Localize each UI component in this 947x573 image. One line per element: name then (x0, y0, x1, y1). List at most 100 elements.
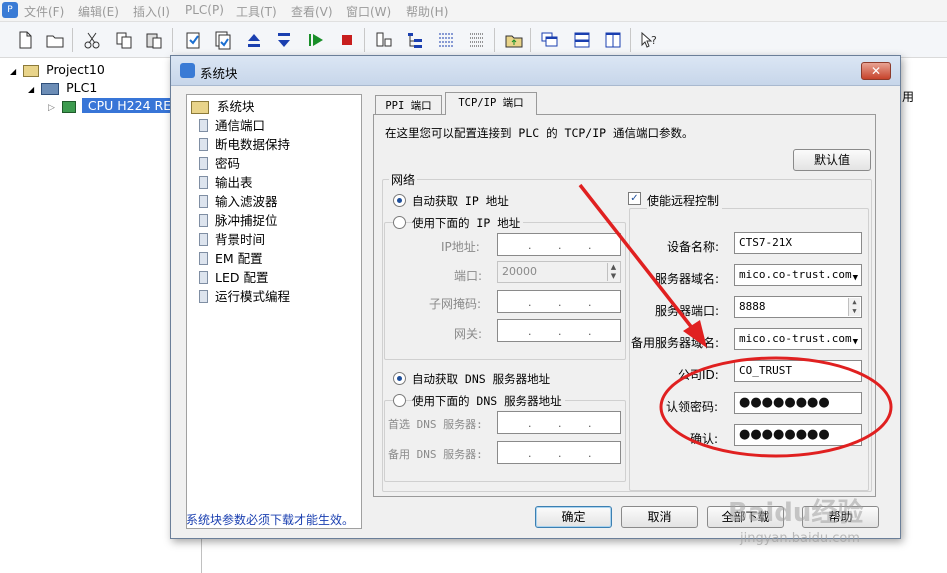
tab-label: PPI 端口 (385, 100, 432, 112)
ok-button[interactable]: 确定 (535, 506, 612, 528)
primary-dns-label: 首选 DNS 服务器: (388, 418, 483, 431)
upload-icon[interactable] (244, 30, 264, 50)
config-item-led-config[interactable]: LED 配置 (199, 268, 268, 287)
server-port-label: 服务器端口: (655, 304, 720, 318)
manual-ip-radio[interactable] (393, 216, 406, 229)
auto-ip-radio[interactable] (393, 194, 406, 207)
company-id-input[interactable]: CO_TRUST (734, 360, 862, 382)
compile-icon[interactable] (183, 30, 203, 50)
config-item-em-config[interactable]: EM 配置 (199, 249, 263, 268)
dropdown-arrow-icon[interactable]: ▼ (853, 268, 858, 285)
download-icon[interactable] (274, 30, 294, 50)
network-group-label: 网络 (389, 171, 418, 188)
server-port-input[interactable]: 8888 ▲ ▼ (734, 296, 862, 318)
backup-dns-input[interactable]: ... (497, 441, 621, 464)
menu-window[interactable]: 窗口(W) (346, 3, 391, 20)
app-logo-icon: P (2, 2, 18, 18)
ip-address-input[interactable]: ... (497, 233, 621, 256)
menu-tools[interactable]: 工具(T) (236, 3, 277, 20)
list-view-icon[interactable] (436, 30, 456, 50)
tab-tcpip-port[interactable]: TCP/IP 端口 (445, 92, 537, 115)
spin-arrows-icon[interactable]: ▲ ▼ (607, 263, 619, 281)
enable-remote-checkbox[interactable]: ✓ (628, 192, 641, 205)
toolbar-separator (364, 28, 365, 52)
table-view-icon[interactable] (467, 30, 487, 50)
page-icon (199, 176, 208, 189)
page-icon (199, 157, 208, 170)
toolbar-separator (172, 28, 173, 52)
config-root[interactable]: 系统块 (191, 97, 255, 116)
cancel-button[interactable]: 取消 (621, 506, 698, 528)
confirm-password-input[interactable]: ●●●●●●●● (734, 424, 862, 446)
subnet-mask-input[interactable]: ... (497, 290, 621, 313)
manual-dns-radio[interactable] (393, 394, 406, 407)
tree-item-cpu[interactable]: ▷ CPU H224 RE (48, 97, 178, 115)
port-input[interactable]: 20000 ▲ ▼ (497, 261, 621, 283)
tree-label-plc: PLC1 (66, 80, 98, 95)
compile-all-icon[interactable] (213, 30, 233, 50)
dialog-titlebar[interactable]: 系统块 ✕ (171, 56, 900, 86)
config-item-run-mode[interactable]: 运行模式编程 (199, 287, 291, 306)
primary-dns-input[interactable]: ... (497, 411, 621, 434)
config-item-label: 运行模式编程 (215, 289, 291, 304)
tree-item-plc[interactable]: ◢ PLC1 (28, 79, 97, 97)
config-item-label: 密码 (215, 156, 241, 171)
menu-plc[interactable]: PLC(P) (185, 3, 224, 17)
watermark-url: jingyan.baidu.com (740, 531, 860, 546)
copy-icon[interactable] (114, 30, 134, 50)
expand-arrow-icon[interactable]: ▷ (48, 103, 55, 113)
auth-password-input[interactable]: ●●●●●●●● (734, 392, 862, 414)
config-item-pulse-catch[interactable]: 脉冲捕捉位 (199, 211, 278, 230)
stop-icon[interactable] (337, 30, 357, 50)
program-block-icon[interactable] (374, 30, 394, 50)
config-item-input-filter[interactable]: 输入滤波器 (199, 192, 278, 211)
config-item-output-table[interactable]: 输出表 (199, 173, 253, 192)
config-item-background-time[interactable]: 背景时间 (199, 230, 265, 249)
cut-icon[interactable] (82, 30, 102, 50)
auto-dns-radio[interactable] (393, 372, 406, 385)
menu-view[interactable]: 查看(V) (291, 3, 333, 20)
config-item-password[interactable]: 密码 (199, 154, 241, 173)
paste-icon[interactable] (144, 30, 164, 50)
device-name-input[interactable]: CTS7-21X (734, 232, 862, 254)
config-tree: 系统块 通信端口 断电数据保持 密码 输出表 输入滤波器 脉冲捕捉位 背景时间 … (186, 94, 362, 529)
tree-item-project[interactable]: ◢ Project10 (10, 61, 105, 79)
context-help-icon[interactable]: ? (639, 30, 659, 50)
tree-view-icon[interactable] (405, 30, 425, 50)
run-icon[interactable] (306, 30, 326, 50)
config-item-label: 脉冲捕捉位 (215, 213, 278, 228)
subnet-mask-label: 子网掩码: (429, 297, 482, 311)
toolbar-separator (530, 28, 531, 52)
tile-vertical-icon[interactable] (603, 30, 623, 50)
config-root-label: 系统块 (216, 99, 255, 114)
page-icon (199, 138, 208, 151)
menu-insert[interactable]: 插入(I) (133, 3, 170, 20)
new-file-icon[interactable] (15, 30, 35, 50)
tile-horizontal-icon[interactable] (572, 30, 592, 50)
collapse-arrow-icon[interactable]: ◢ (10, 67, 16, 76)
gateway-input[interactable]: ... (497, 319, 621, 342)
tab-ppi-port[interactable]: PPI 端口 (375, 95, 442, 115)
page-icon (199, 252, 208, 265)
dialog-title: 系统块 (200, 66, 238, 81)
menu-edit[interactable]: 编辑(E) (78, 3, 119, 20)
close-icon[interactable]: ✕ (861, 62, 891, 80)
config-item-comm-port[interactable]: 通信端口 (199, 116, 265, 135)
svg-text:?: ? (651, 34, 657, 47)
spin-arrows-icon[interactable]: ▲ ▼ (848, 298, 860, 316)
server-domain-label: 服务器域名: (655, 272, 720, 286)
dropdown-arrow-icon[interactable]: ▼ (853, 332, 858, 349)
default-values-button[interactable]: 默认值 (793, 149, 871, 171)
cascade-windows-icon[interactable] (540, 30, 560, 50)
footer-note: 系统块参数必须下载才能生效。 (186, 513, 355, 527)
open-folder-icon[interactable] (45, 30, 65, 50)
open-project-icon[interactable] (504, 30, 524, 50)
config-item-retentive[interactable]: 断电数据保持 (199, 135, 290, 154)
page-icon (199, 233, 208, 246)
server-domain-select[interactable]: mico.co-trust.com ▼ (734, 264, 862, 286)
menu-file[interactable]: 文件(F) (24, 3, 64, 20)
collapse-arrow-icon[interactable]: ◢ (28, 85, 34, 94)
menu-help[interactable]: 帮助(H) (406, 3, 448, 20)
backup-domain-select[interactable]: mico.co-trust.com ▼ (734, 328, 862, 350)
device-name-label: 设备名称: (667, 240, 720, 254)
